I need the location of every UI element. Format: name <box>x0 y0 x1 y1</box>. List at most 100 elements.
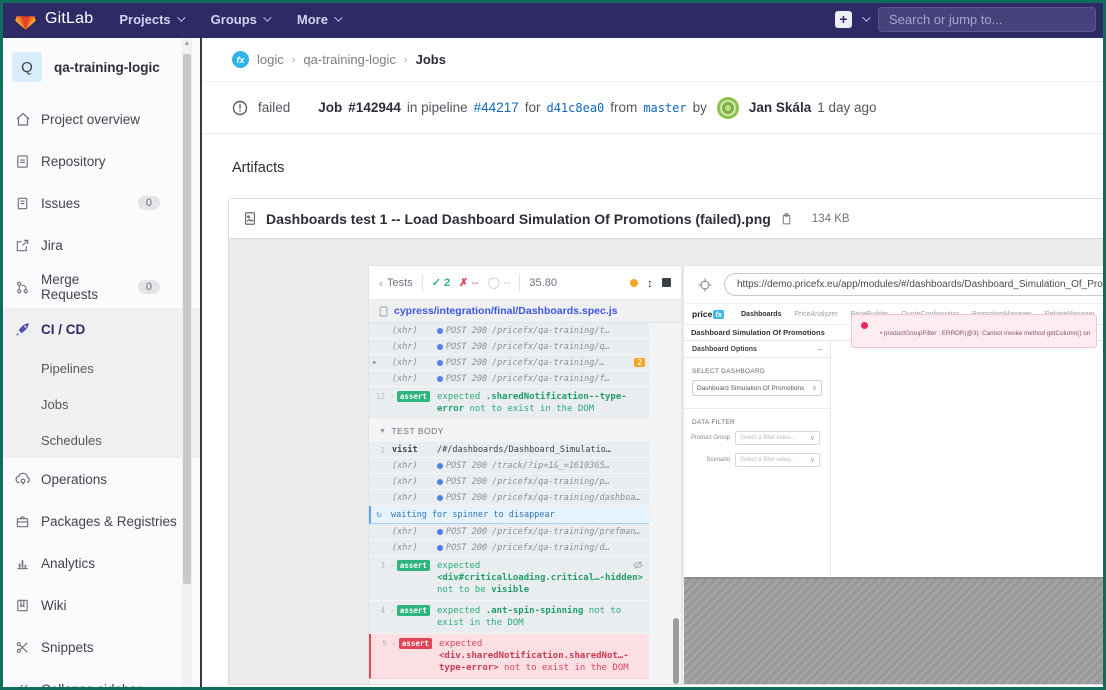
filter-placeholder: Select a filter value... <box>740 435 796 441</box>
for-text: for <box>525 100 541 115</box>
test-body-header[interactable]: ▼ TEST BODY <box>369 422 681 440</box>
log-row-number <box>369 323 385 327</box>
log-row-xhr[interactable]: (xhr)POST 200 /pricefx/qa-training/t… <box>369 323 649 339</box>
log-row-assert-passed[interactable]: 12-assertexpected .sharedNotification--t… <box>369 387 649 420</box>
navbar-menu-projects[interactable]: Projects <box>119 12 182 27</box>
navbar-menu-groups[interactable]: Groups <box>211 12 269 27</box>
log-row-xhr[interactable]: (xhr)POST 200 /pricefx/qa-training/prefm… <box>369 524 649 540</box>
log-row-xhr[interactable]: (xhr)POST 200 /pricefx/qa-training/p… <box>369 474 649 490</box>
artifacts-heading: Artifacts <box>232 160 1106 176</box>
log-row-assert-passed[interactable]: 3-assertexpected <div#criticalLoading.cr… <box>369 556 649 601</box>
spec-file-path[interactable]: cypress/integration/final/Dashboards.spe… <box>394 305 618 317</box>
breadcrumb-item[interactable]: qa-training-logic <box>303 52 396 67</box>
sidebar-item-merge-requests[interactable]: Merge Requests0 <box>0 266 200 308</box>
app-nav-dashboards[interactable]: Dashboards <box>741 311 781 318</box>
search-input[interactable] <box>878 7 1096 32</box>
job-id-link[interactable]: #142944 <box>348 100 401 115</box>
sidebar-item-jira[interactable]: Jira <box>0 224 200 266</box>
log-row-wait[interactable]: ↻waiting for spinner to disappear <box>369 506 649 524</box>
command-message: POST 200 /pricefx/qa-training/… <box>437 355 632 368</box>
log-row-xhr[interactable]: (xhr)POST 200 /track/?ip=1&_=1610365… <box>369 458 649 474</box>
command-name: visit <box>385 442 437 455</box>
command-message: POST 200 /pricefx/qa-training/prefman… <box>437 524 645 537</box>
expand-caret-icon[interactable]: ▶ <box>373 359 377 366</box>
chevron-down-icon: ∨ <box>810 434 815 442</box>
job-label: Job <box>318 100 342 115</box>
command-name: (xhr) <box>385 490 437 503</box>
sidebar-item-issues[interactable]: Issues0 <box>0 182 200 224</box>
commit-sha-link[interactable]: d41c8ea0 <box>546 101 604 115</box>
home-icon <box>14 111 31 128</box>
spec-file-bar[interactable]: cypress/integration/final/Dashboards.spe… <box>369 300 681 323</box>
log-row-xhr[interactable]: (xhr)POST 200 /pricefx/qa-training/d… <box>369 540 649 556</box>
filter-select[interactable]: Select a filter value...∨ <box>735 453 820 467</box>
cypress-runner: ‹ Tests ✓ 2 ✗ -- ◯ -- 35.80 ↕ cyp <box>369 266 681 684</box>
assert-message: expected <div#criticalLoading.critical…-… <box>437 557 645 599</box>
sidebar-scrollbar[interactable]: ▲ <box>182 38 192 690</box>
runner-scrollbar-thumb[interactable] <box>673 618 679 684</box>
breadcrumb-current: Jobs <box>416 52 446 67</box>
scroll-toggle-icon[interactable]: ↕ <box>647 276 653 290</box>
sidebar-item-operations[interactable]: Operations <box>0 458 200 500</box>
sidebar-subitem-schedules[interactable]: Schedules <box>0 422 200 458</box>
book-icon <box>14 597 31 614</box>
spinner-icon: ↻ <box>371 510 387 520</box>
breadcrumb-item[interactable]: logic <box>257 52 284 67</box>
back-to-tests-button[interactable]: ‹ Tests <box>379 276 413 290</box>
xhr-status-dot <box>437 328 443 334</box>
crosshair-icon[interactable] <box>698 278 712 292</box>
log-row-cmd[interactable]: 1visit/#/dashboards/Dashboard_Simulatio… <box>369 442 649 458</box>
xhr-status-dot <box>437 545 443 551</box>
select-dashboard-label: SELECT DASHBOARD <box>692 368 822 375</box>
avatar[interactable] <box>717 97 739 119</box>
log-row-assert-passed[interactable]: 4-assertexpected .ant-spin-spinning not … <box>369 601 649 634</box>
sidebar-item-wiki[interactable]: Wiki <box>0 584 200 626</box>
log-row-assert-failed[interactable]: 5-assertexpected <div.sharedNotification… <box>369 634 649 679</box>
xhr-status-dot <box>437 360 443 366</box>
dashboard-select[interactable]: Dashboard Simulation Of Promotions ∨ <box>692 380 822 396</box>
log-row-xhr[interactable]: (xhr)POST 200 /pricefx/qa-training/f… <box>369 371 649 387</box>
pricefx-logo: price fx <box>692 309 724 319</box>
new-item-button[interactable]: + <box>835 11 852 28</box>
command-message: POST 200 /pricefx/qa-training/dashboa… <box>437 490 645 503</box>
sidebar-item-project-overview[interactable]: Project overview <box>0 98 200 140</box>
pipeline-id-link[interactable]: #44217 <box>474 100 519 115</box>
sidebar-project-context[interactable]: Q qa-training-logic <box>0 38 200 98</box>
sidebar-item-snippets[interactable]: Snippets <box>0 626 200 668</box>
log-row-xhr[interactable]: ▶(xhr)POST 200 /pricefx/qa-training/…2 <box>369 355 649 371</box>
auto-scroll-indicator-icon[interactable] <box>630 279 638 287</box>
branch-ref-link[interactable]: master <box>643 101 686 115</box>
log-row-number: 4 <box>369 602 385 615</box>
collapse-panel-icon[interactable]: − <box>817 345 822 354</box>
sidebar-subitem-pipelines[interactable]: Pipelines <box>0 350 200 386</box>
xhr-status-dot <box>437 376 443 382</box>
chevron-down-icon: ∨ <box>812 384 817 392</box>
author-name[interactable]: Jan Skála <box>749 100 811 115</box>
filter-select[interactable]: Select a filter value... ∨ <box>735 431 820 445</box>
sidebar-item-collapse-sidebar[interactable]: Collapse sidebar <box>0 668 200 690</box>
error-notification[interactable]: productGroupFilter : ERROR(@3): Cannot i… <box>851 314 1097 348</box>
url-input[interactable]: https://demo.pricefx.eu/app/modules/#/da… <box>724 273 1105 296</box>
xhr-status-dot <box>437 479 443 485</box>
breadcrumb-separator-icon: › <box>404 54 408 66</box>
chevron-down-icon[interactable] <box>862 13 870 21</box>
project-avatar: Q <box>12 52 42 82</box>
app-nav-priceanalyzer[interactable]: PriceAnalyzer <box>794 311 837 318</box>
scrollbar-thumb[interactable] <box>183 54 191 584</box>
copy-icon[interactable] <box>780 212 793 226</box>
log-row-number <box>369 490 385 494</box>
navbar-menu-more[interactable]: More <box>297 12 340 27</box>
log-row-xhr[interactable]: (xhr)POST 200 /pricefx/qa-training/q… <box>369 339 649 355</box>
chart-icon <box>14 555 31 572</box>
sidebar-item-packages-registries[interactable]: Packages & Registries <box>0 500 200 542</box>
sidebar-item-analytics[interactable]: Analytics <box>0 542 200 584</box>
stop-icon[interactable] <box>662 278 671 287</box>
command-message: POST 200 /pricefx/qa-training/p… <box>437 474 645 487</box>
sidebar-item-repository[interactable]: Repository <box>0 140 200 182</box>
sidebar-subitem-jobs[interactable]: Jobs <box>0 386 200 422</box>
log-row-xhr[interactable]: (xhr)POST 200 /pricefx/qa-training/dashb… <box>369 490 649 506</box>
project-sidebar: Q qa-training-logic Project overviewRepo… <box>0 38 202 690</box>
sidebar-item-ci-cd[interactable]: CI / CD <box>0 308 200 350</box>
gitlab-brand[interactable]: GitLab <box>14 8 93 31</box>
scrollbar-up-arrow[interactable]: ▲ <box>182 38 192 50</box>
